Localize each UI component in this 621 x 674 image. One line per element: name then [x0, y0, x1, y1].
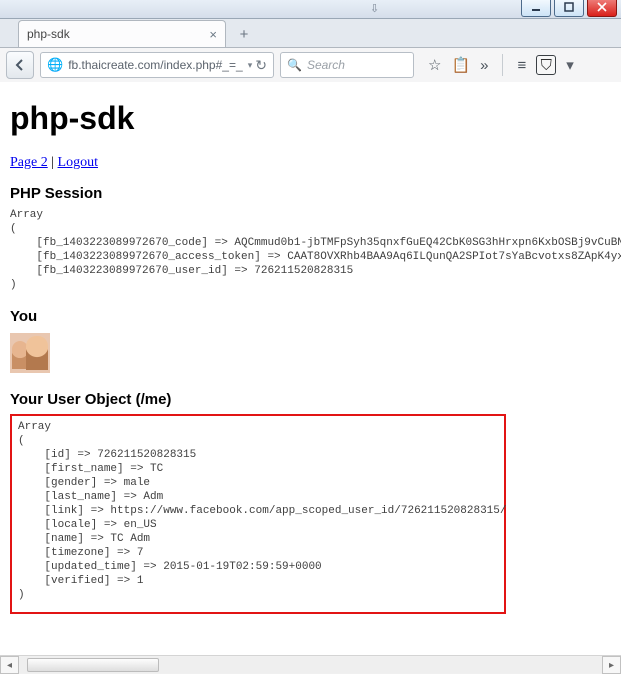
- search-placeholder: Search: [307, 58, 345, 72]
- overflow-icon[interactable]: »: [480, 57, 488, 74]
- nav-back-button[interactable]: [6, 51, 34, 79]
- link-page-2[interactable]: Page 2: [10, 155, 48, 170]
- heading-user-object: Your User Object (/me): [10, 391, 611, 408]
- minimize-icon: [531, 2, 541, 12]
- extension-shield-icon[interactable]: ⛉: [536, 55, 556, 75]
- globe-icon: 🌐: [47, 57, 63, 73]
- heading-you: You: [10, 308, 611, 325]
- page-viewport: php-sdk Page 2 | Logout PHP Session Arra…: [0, 82, 621, 652]
- hamburger-menu-icon[interactable]: ≡: [517, 57, 526, 74]
- dropdown-icon[interactable]: ▾: [248, 60, 253, 71]
- arrow-left-icon: [13, 58, 27, 72]
- page-title: php-sdk: [10, 100, 611, 137]
- scroll-track[interactable]: [19, 657, 602, 673]
- horizontal-scrollbar: ◂ ▸: [0, 655, 621, 674]
- toolbar-separator: [502, 54, 503, 76]
- toolbar-right-icons: ☆ 📋 » ≡ ⛉ ▾: [428, 54, 574, 76]
- drag-indicator-icon: ⇩: [370, 2, 379, 15]
- search-bar[interactable]: 🔍 Search: [280, 52, 414, 78]
- url-text: fb.thaicreate.com/index.php#_=_: [68, 58, 245, 72]
- user-avatar: [10, 333, 50, 373]
- window-maximize-button[interactable]: [554, 0, 584, 17]
- maximize-icon: [564, 2, 574, 12]
- link-logout[interactable]: Logout: [58, 155, 98, 170]
- address-bar[interactable]: 🌐 fb.thaicreate.com/index.php#_=_ ▾ ↻: [40, 52, 274, 78]
- close-icon: [597, 2, 607, 12]
- new-tab-button[interactable]: +: [232, 24, 256, 44]
- window-minimize-button[interactable]: [521, 0, 551, 17]
- scroll-left-button[interactable]: ◂: [0, 656, 19, 674]
- browser-tab[interactable]: php-sdk ×: [18, 20, 226, 47]
- heading-php-session: PHP Session: [10, 185, 611, 202]
- session-array-dump: Array ( [fb_1403223089972670_code] => AQ…: [10, 208, 611, 292]
- reload-icon[interactable]: ↻: [255, 57, 267, 74]
- window-controls: [521, 0, 617, 17]
- browser-toolbar: 🌐 fb.thaicreate.com/index.php#_=_ ▾ ↻ 🔍 …: [0, 48, 621, 83]
- scroll-thumb[interactable]: [27, 658, 159, 672]
- tab-strip: php-sdk × +: [0, 19, 621, 48]
- nav-links: Page 2 | Logout: [10, 155, 611, 171]
- search-icon: 🔍: [287, 58, 302, 72]
- window-titlebar: ⇩: [0, 0, 621, 19]
- bookmark-star-icon[interactable]: ☆: [428, 56, 441, 74]
- chevron-down-icon[interactable]: ▾: [566, 56, 574, 74]
- plus-icon: +: [240, 26, 249, 43]
- user-object-dump: Array ( [id] => 726211520828315 [first_n…: [18, 420, 498, 602]
- clipboard-icon[interactable]: 📋: [451, 56, 470, 74]
- scroll-right-button[interactable]: ▸: [602, 656, 621, 674]
- page-content: php-sdk Page 2 | Logout PHP Session Arra…: [0, 82, 621, 622]
- highlighted-box: Array ( [id] => 726211520828315 [first_n…: [10, 414, 506, 614]
- window-close-button[interactable]: [587, 0, 617, 17]
- tab-title: php-sdk: [27, 27, 70, 41]
- tab-close-icon[interactable]: ×: [209, 27, 217, 42]
- link-separator: |: [48, 155, 58, 170]
